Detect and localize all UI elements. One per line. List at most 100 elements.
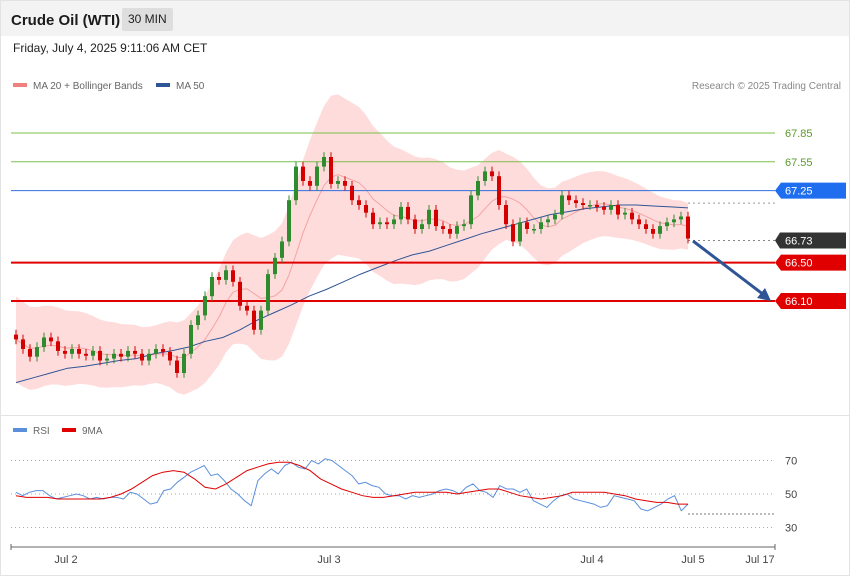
candle-body [364, 205, 368, 213]
candle-body [434, 209, 438, 227]
candle-body [336, 181, 340, 184]
level-label-66.73: 66.73 [785, 236, 813, 248]
candle-body [315, 166, 319, 186]
bollinger-band-fill [16, 94, 688, 395]
candle-body [609, 205, 613, 210]
candle-body [322, 157, 326, 167]
candle-body [581, 203, 585, 205]
candle-body [119, 353, 123, 357]
level-label-67.25: 67.25 [785, 186, 813, 198]
x-axis-label: Jul 3 [317, 554, 340, 566]
price-chart-svg: 67.85 67.55 67.25 66.73 66.50 66.10 70 50 30 Jul … [10, 94, 846, 566]
candle-body [252, 310, 256, 330]
candle-body [588, 205, 592, 207]
candle-body [56, 341, 60, 351]
candle-body [651, 229, 655, 234]
candle-body [140, 353, 144, 361]
candle-body [273, 257, 277, 275]
candle-body [98, 350, 102, 361]
candle-body [413, 219, 417, 229]
bollinger-band-group [15, 94, 689, 395]
candle-body [658, 226, 662, 234]
candle-body [427, 209, 431, 225]
candle-body [175, 360, 179, 373]
candle-body [567, 195, 571, 201]
candle-body [245, 305, 249, 311]
candle-body [371, 212, 375, 225]
candle-body [112, 353, 116, 359]
candle-body [476, 181, 480, 196]
candle-body [532, 229, 536, 231]
candle-body [287, 200, 291, 242]
candle-body [224, 270, 228, 280]
candle-body [133, 350, 137, 354]
candle-body [539, 222, 543, 229]
candle-body [49, 337, 53, 342]
rsi-level-label-50: 50 [785, 489, 797, 501]
candle-body [553, 214, 557, 220]
candle-body [469, 195, 473, 225]
candle-body [42, 337, 46, 348]
candle-body [455, 226, 459, 234]
candle-body [308, 181, 312, 186]
candle-body [441, 226, 445, 229]
candle-body [462, 224, 466, 227]
candle-body [672, 219, 676, 223]
candle-body [84, 353, 88, 356]
candle-body [406, 206, 410, 220]
candle-body [350, 185, 354, 201]
candle-body [665, 222, 669, 227]
x-axis-label: Jul 5 [681, 554, 704, 566]
candle-body [630, 212, 634, 220]
candle-body [385, 222, 389, 225]
candle-body [161, 349, 165, 352]
x-axis-label: Jul 4 [580, 554, 603, 566]
candle-body [196, 315, 200, 325]
x-axis-label: Jul 2 [54, 554, 77, 566]
candle-body [154, 349, 158, 354]
candle-body [259, 310, 263, 330]
candle-body [147, 353, 151, 361]
candle-body [105, 358, 109, 361]
candle-body [490, 171, 494, 177]
candle-body [602, 206, 606, 210]
candle-body [504, 205, 508, 225]
candle-body [210, 277, 214, 297]
candle-body [294, 166, 298, 201]
candle-body [70, 349, 74, 354]
candle-body [378, 222, 382, 225]
candle-body [616, 205, 620, 215]
candle-body [392, 219, 396, 225]
candle-body [546, 219, 550, 223]
candle-body [679, 216, 683, 220]
candle-body [238, 281, 242, 306]
candle-body [329, 157, 333, 184]
candle-body [168, 351, 172, 361]
candle-body [28, 349, 32, 357]
candle-body [77, 349, 81, 354]
candle-body [21, 339, 25, 349]
candle-body [483, 171, 487, 181]
candle-body [511, 224, 515, 242]
candle-body [343, 181, 347, 186]
candle-body [574, 200, 578, 204]
candle-body [595, 205, 599, 207]
candle-body [686, 216, 690, 239]
level-label-66.10: 66.10 [785, 296, 813, 308]
candle-body [126, 350, 130, 357]
candle-body [518, 222, 522, 242]
candle-body [182, 353, 186, 373]
candle-body [623, 212, 627, 215]
x-axis-label: Jul 17 [745, 554, 774, 566]
rsi-level-label-70: 70 [785, 456, 797, 468]
candle-body [560, 195, 564, 215]
rsi-level-label-30: 30 [785, 523, 797, 535]
candle-body [357, 200, 361, 205]
candle-body [217, 277, 221, 280]
candle-body [448, 229, 452, 234]
candle-body [420, 224, 424, 229]
candle-body [14, 334, 18, 340]
level-label-67.85: 67.85 [785, 128, 813, 140]
candle-body [301, 166, 305, 181]
candle-body [203, 296, 207, 316]
